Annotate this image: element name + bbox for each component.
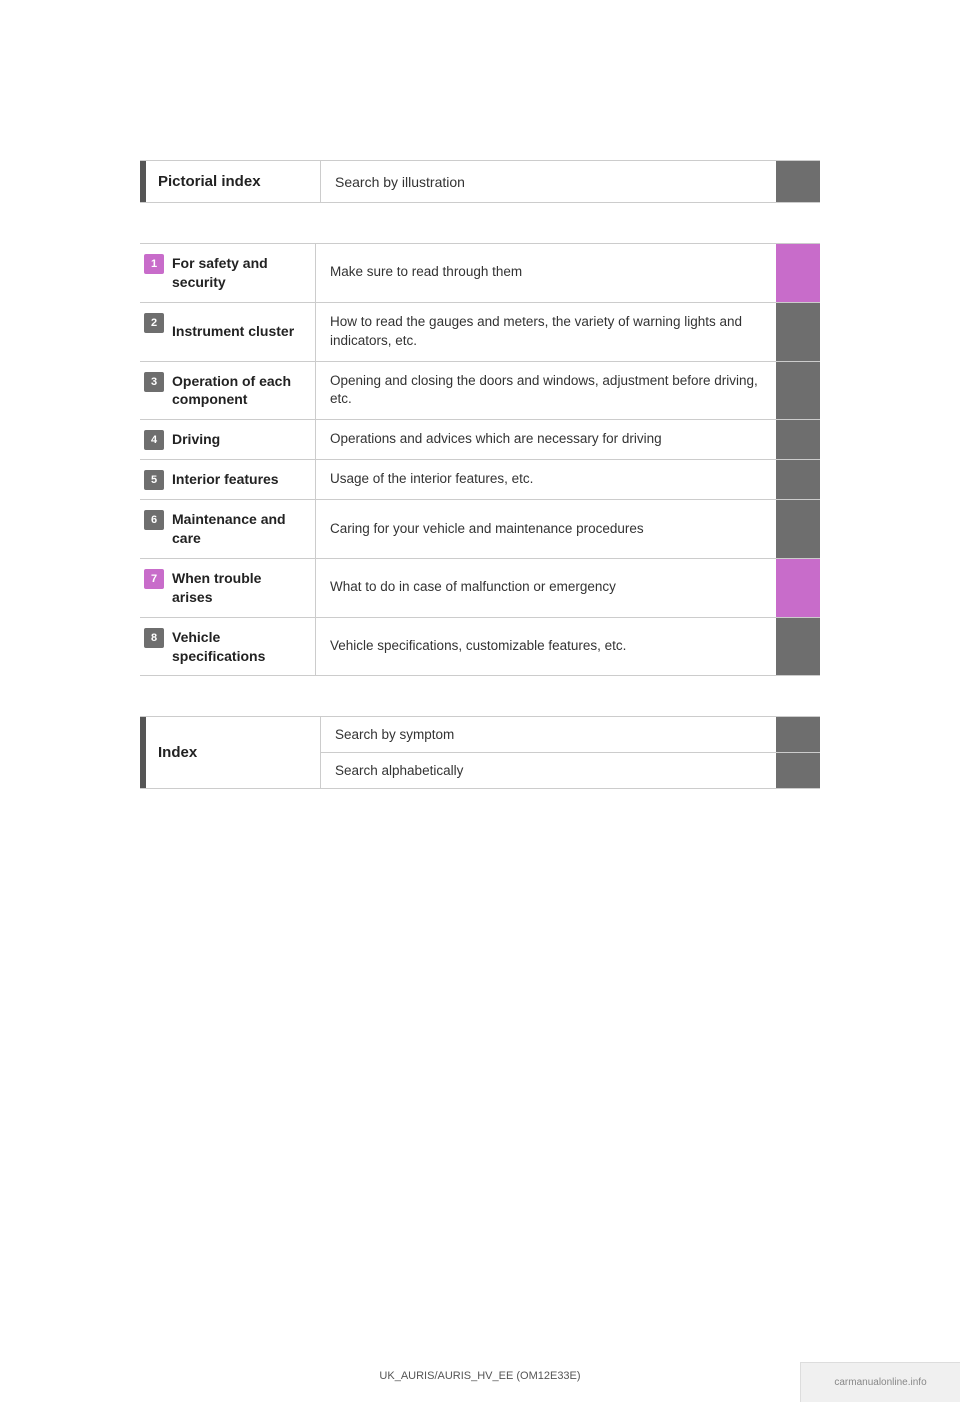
footer-text: UK_AURIS/AURIS_HV_EE (OM12E33E) bbox=[379, 1370, 580, 1382]
chapter-title-5: Interior features bbox=[168, 460, 316, 499]
chapter-num-cell-5: 5 bbox=[140, 460, 168, 499]
chapter-num-cell-3: 3 bbox=[140, 362, 168, 420]
chapter-desc-8: Vehicle specifications, customizable fea… bbox=[316, 618, 776, 676]
chapter-title-6: Maintenance and care bbox=[168, 500, 316, 558]
pictorial-index-section: Pictorial index Search by illustration bbox=[140, 160, 820, 203]
index-sub-box-1 bbox=[776, 753, 820, 788]
watermark-text: carmanualonline.info bbox=[834, 1377, 926, 1388]
index-rows-col: Search by symptomSearch alphabetically bbox=[321, 717, 820, 788]
chapter-num-badge-6: 6 bbox=[144, 510, 164, 530]
pictorial-index-title: Pictorial index bbox=[146, 161, 321, 202]
page-container: Pictorial index Search by illustration 1… bbox=[0, 160, 960, 1402]
chapter-right-box-7 bbox=[776, 559, 820, 617]
chapter-desc-7: What to do in case of malfunction or eme… bbox=[316, 559, 776, 617]
chapter-row-4[interactable]: 4 Driving Operations and advices which a… bbox=[140, 419, 820, 459]
chapter-row-8[interactable]: 8 Vehicle specifications Vehicle specifi… bbox=[140, 617, 820, 677]
chapter-row-5[interactable]: 5 Interior features Usage of the interio… bbox=[140, 459, 820, 499]
watermark: carmanualonline.info bbox=[800, 1362, 960, 1402]
chapter-num-badge-2: 2 bbox=[144, 313, 164, 333]
chapter-num-cell-6: 6 bbox=[140, 500, 168, 558]
chapter-num-badge-4: 4 bbox=[144, 430, 164, 450]
chapter-desc-2: How to read the gauges and meters, the v… bbox=[316, 303, 776, 361]
chapter-right-box-5 bbox=[776, 460, 820, 499]
chapter-desc-6: Caring for your vehicle and maintenance … bbox=[316, 500, 776, 558]
chapter-title-3: Operation of each component bbox=[168, 362, 316, 420]
chapter-num-cell-8: 8 bbox=[140, 618, 168, 676]
main-table-section: 1 For safety and security Make sure to r… bbox=[140, 243, 820, 676]
chapter-desc-3: Opening and closing the doors and window… bbox=[316, 362, 776, 420]
chapter-num-badge-1: 1 bbox=[144, 254, 164, 274]
chapter-title-2: Instrument cluster bbox=[168, 303, 316, 361]
pictorial-index-description: Search by illustration bbox=[321, 161, 776, 202]
chapter-row-7[interactable]: 7 When trouble arises What to do in case… bbox=[140, 558, 820, 617]
chapter-title-4: Driving bbox=[168, 420, 316, 459]
chapter-row-6[interactable]: 6 Maintenance and care Caring for your v… bbox=[140, 499, 820, 558]
pictorial-index-row[interactable]: Pictorial index Search by illustration bbox=[140, 160, 820, 203]
index-sub-label-1: Search alphabetically bbox=[321, 753, 776, 788]
chapter-right-box-8 bbox=[776, 618, 820, 676]
chapter-num-badge-5: 5 bbox=[144, 470, 164, 490]
index-sub-row-1[interactable]: Search alphabetically bbox=[321, 753, 820, 788]
chapter-num-cell-2: 2 bbox=[140, 303, 168, 361]
chapter-num-cell-1: 1 bbox=[140, 244, 168, 302]
index-sub-row-0[interactable]: Search by symptom bbox=[321, 717, 820, 753]
chapter-title-8: Vehicle specifications bbox=[168, 618, 316, 676]
chapter-num-badge-3: 3 bbox=[144, 372, 164, 392]
chapter-right-box-3 bbox=[776, 362, 820, 420]
chapter-desc-5: Usage of the interior features, etc. bbox=[316, 460, 776, 499]
index-sub-label-0: Search by symptom bbox=[321, 717, 776, 752]
index-section: IndexSearch by symptomSearch alphabetica… bbox=[140, 716, 820, 789]
index-title: Index bbox=[146, 717, 321, 788]
pictorial-index-right-box bbox=[776, 161, 820, 202]
chapter-row-1[interactable]: 1 For safety and security Make sure to r… bbox=[140, 243, 820, 302]
chapter-row-2[interactable]: 2 Instrument cluster How to read the gau… bbox=[140, 302, 820, 361]
chapter-title-1: For safety and security bbox=[168, 244, 316, 302]
chapter-desc-1: Make sure to read through them bbox=[316, 244, 776, 302]
chapter-num-cell-4: 4 bbox=[140, 420, 168, 459]
chapter-right-box-4 bbox=[776, 420, 820, 459]
chapter-right-box-6 bbox=[776, 500, 820, 558]
chapter-num-badge-7: 7 bbox=[144, 569, 164, 589]
index-outer-row: IndexSearch by symptomSearch alphabetica… bbox=[140, 716, 820, 789]
chapter-num-cell-7: 7 bbox=[140, 559, 168, 617]
chapter-row-3[interactable]: 3 Operation of each component Opening an… bbox=[140, 361, 820, 420]
chapter-right-box-2 bbox=[776, 303, 820, 361]
chapter-right-box-1 bbox=[776, 244, 820, 302]
chapter-num-badge-8: 8 bbox=[144, 628, 164, 648]
index-sub-box-0 bbox=[776, 717, 820, 752]
chapter-desc-4: Operations and advices which are necessa… bbox=[316, 420, 776, 459]
chapter-title-7: When trouble arises bbox=[168, 559, 316, 617]
